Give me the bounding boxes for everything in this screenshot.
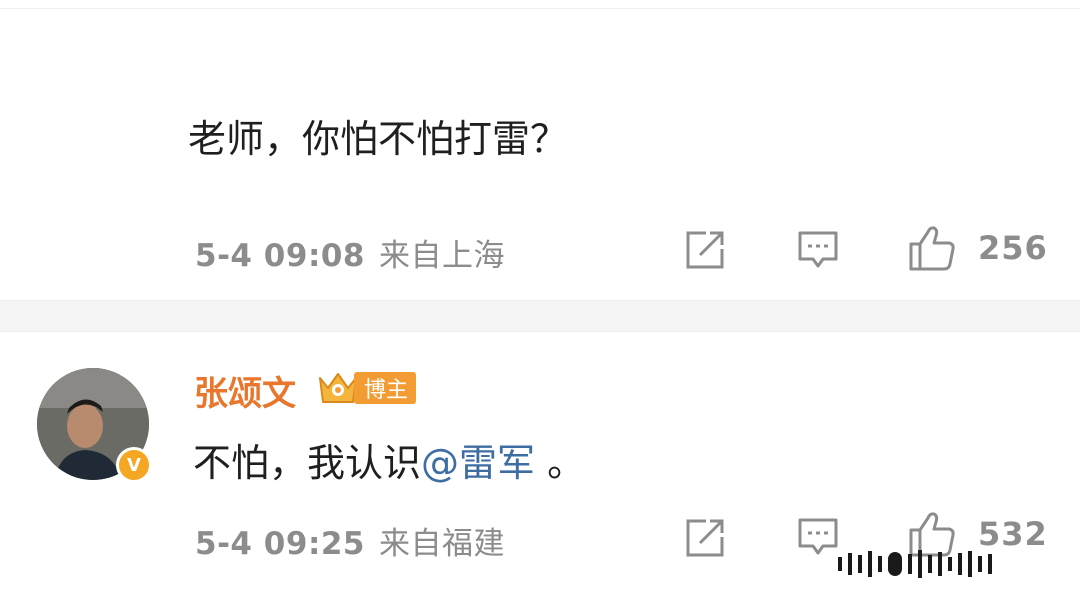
verified-icon: V	[116, 447, 152, 483]
comment-meta: 5-4 09:08 来自上海	[195, 230, 505, 275]
badge-label: 博主	[354, 372, 417, 404]
like-count: 256	[978, 229, 1048, 267]
comment-button[interactable]	[797, 230, 839, 270]
share-icon	[686, 519, 724, 557]
watermark	[838, 545, 1068, 583]
comment-meta: 5-4 09:25 来自福建	[195, 518, 505, 563]
like-icon	[909, 226, 955, 271]
share-button[interactable]	[684, 229, 726, 271]
comment-button[interactable]	[797, 517, 839, 557]
comment-icon	[798, 231, 838, 268]
comment-text: 不怕，我认识@雷军 。	[193, 432, 585, 487]
comment-time: 5-4 09:25	[195, 526, 365, 562]
mention-link[interactable]: @雷军	[421, 441, 535, 485]
comment-text-after: 。	[535, 441, 586, 485]
share-icon	[686, 231, 724, 269]
comment-text-before: 不怕，我认识	[193, 441, 422, 485]
username[interactable]: 张颂文	[194, 366, 296, 415]
comment-time: 5-4 09:08	[195, 238, 365, 274]
comment-text: 老师，你怕不怕打雷？	[188, 117, 569, 161]
comment-icon	[798, 518, 838, 555]
section-divider	[0, 300, 1080, 332]
comment-location: 来自上海	[378, 238, 505, 274]
share-button[interactable]	[684, 517, 726, 559]
like-button[interactable]: 256	[908, 224, 1048, 272]
top-divider	[0, 8, 1080, 9]
comment-location: 来自福建	[378, 526, 505, 562]
blogger-badge: 博主	[316, 368, 417, 408]
